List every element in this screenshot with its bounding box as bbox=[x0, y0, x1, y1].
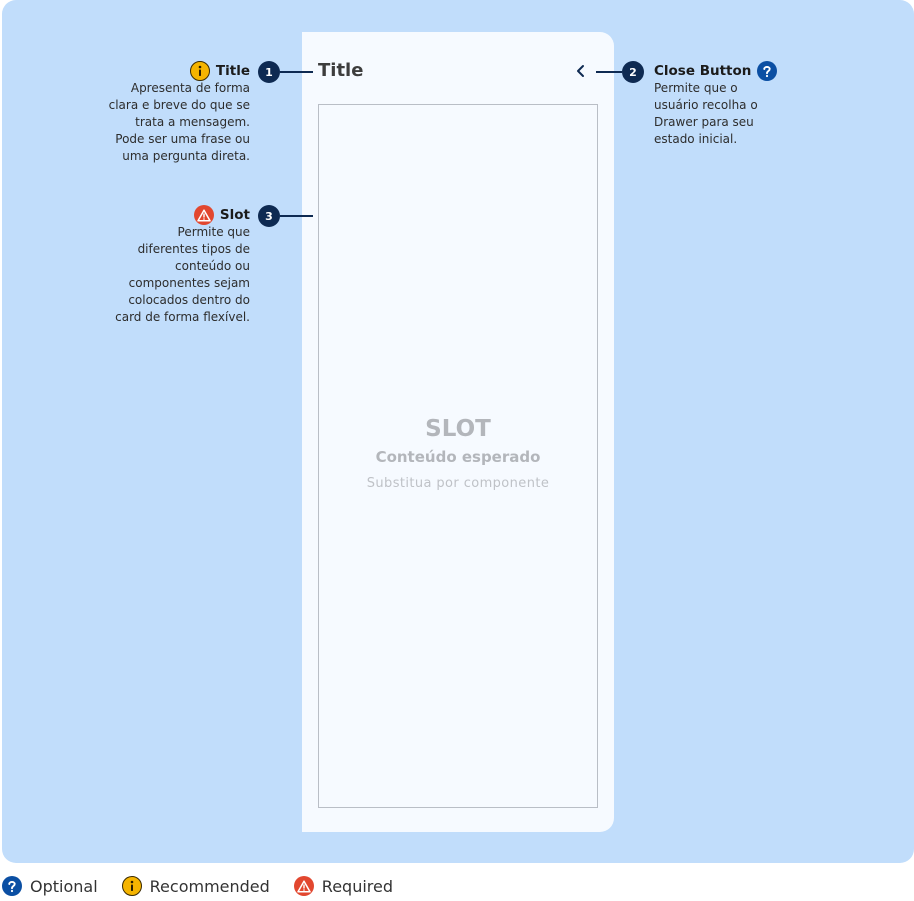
legend-required-label: Required bbox=[321, 876, 394, 896]
legend-optional-label: Optional bbox=[30, 876, 98, 896]
slot-heading: SLOT bbox=[425, 416, 491, 442]
annotation-title-heading: Title bbox=[120, 61, 250, 81]
annotation-title-description: Apresenta de forma clara e breve do que … bbox=[108, 81, 250, 163]
legend-recommended: Recommended bbox=[121, 876, 270, 896]
slot-area: SLOT Conteúdo esperado Substitua por com… bbox=[318, 104, 598, 808]
slot-subheading: Conteúdo esperado bbox=[375, 448, 541, 466]
drawer-title: Title bbox=[318, 60, 364, 81]
legend: Optional Recommended Required bbox=[2, 876, 417, 896]
marker-1: 1 bbox=[258, 61, 280, 83]
question-icon bbox=[2, 876, 22, 896]
close-button[interactable] bbox=[572, 63, 590, 81]
annotation-slot-description: Permite que diferentes tipos de conteúdo… bbox=[115, 225, 250, 324]
annotation-close-label: Close Button bbox=[654, 63, 752, 79]
marker-2: 2 bbox=[622, 61, 644, 83]
connector-2 bbox=[596, 71, 622, 73]
annotation-slot-heading: Slot bbox=[120, 205, 250, 225]
annotation-title-label: Title bbox=[215, 63, 250, 79]
legend-required: Required bbox=[293, 876, 394, 896]
marker-3-number: 3 bbox=[265, 209, 273, 223]
annotation-close-heading: Close Button bbox=[654, 61, 778, 81]
chevron-left-icon bbox=[575, 63, 587, 82]
annotation-slot-label: Slot bbox=[219, 207, 250, 223]
info-icon bbox=[189, 61, 210, 81]
legend-optional: Optional bbox=[2, 876, 98, 896]
legend-recommended-label: Recommended bbox=[149, 876, 270, 896]
warning-icon bbox=[293, 876, 314, 896]
warning-icon bbox=[193, 205, 214, 225]
marker-1-number: 1 bbox=[265, 65, 273, 79]
connector-1 bbox=[280, 71, 313, 73]
marker-2-number: 2 bbox=[629, 65, 637, 79]
marker-3: 3 bbox=[258, 205, 280, 227]
slot-hint: Substitua por componente bbox=[366, 476, 550, 491]
connector-3 bbox=[280, 215, 313, 217]
annotation-close-description: Permite que o usuário recolha o Drawer p… bbox=[654, 81, 758, 146]
question-icon bbox=[757, 61, 778, 81]
info-icon bbox=[121, 876, 142, 896]
